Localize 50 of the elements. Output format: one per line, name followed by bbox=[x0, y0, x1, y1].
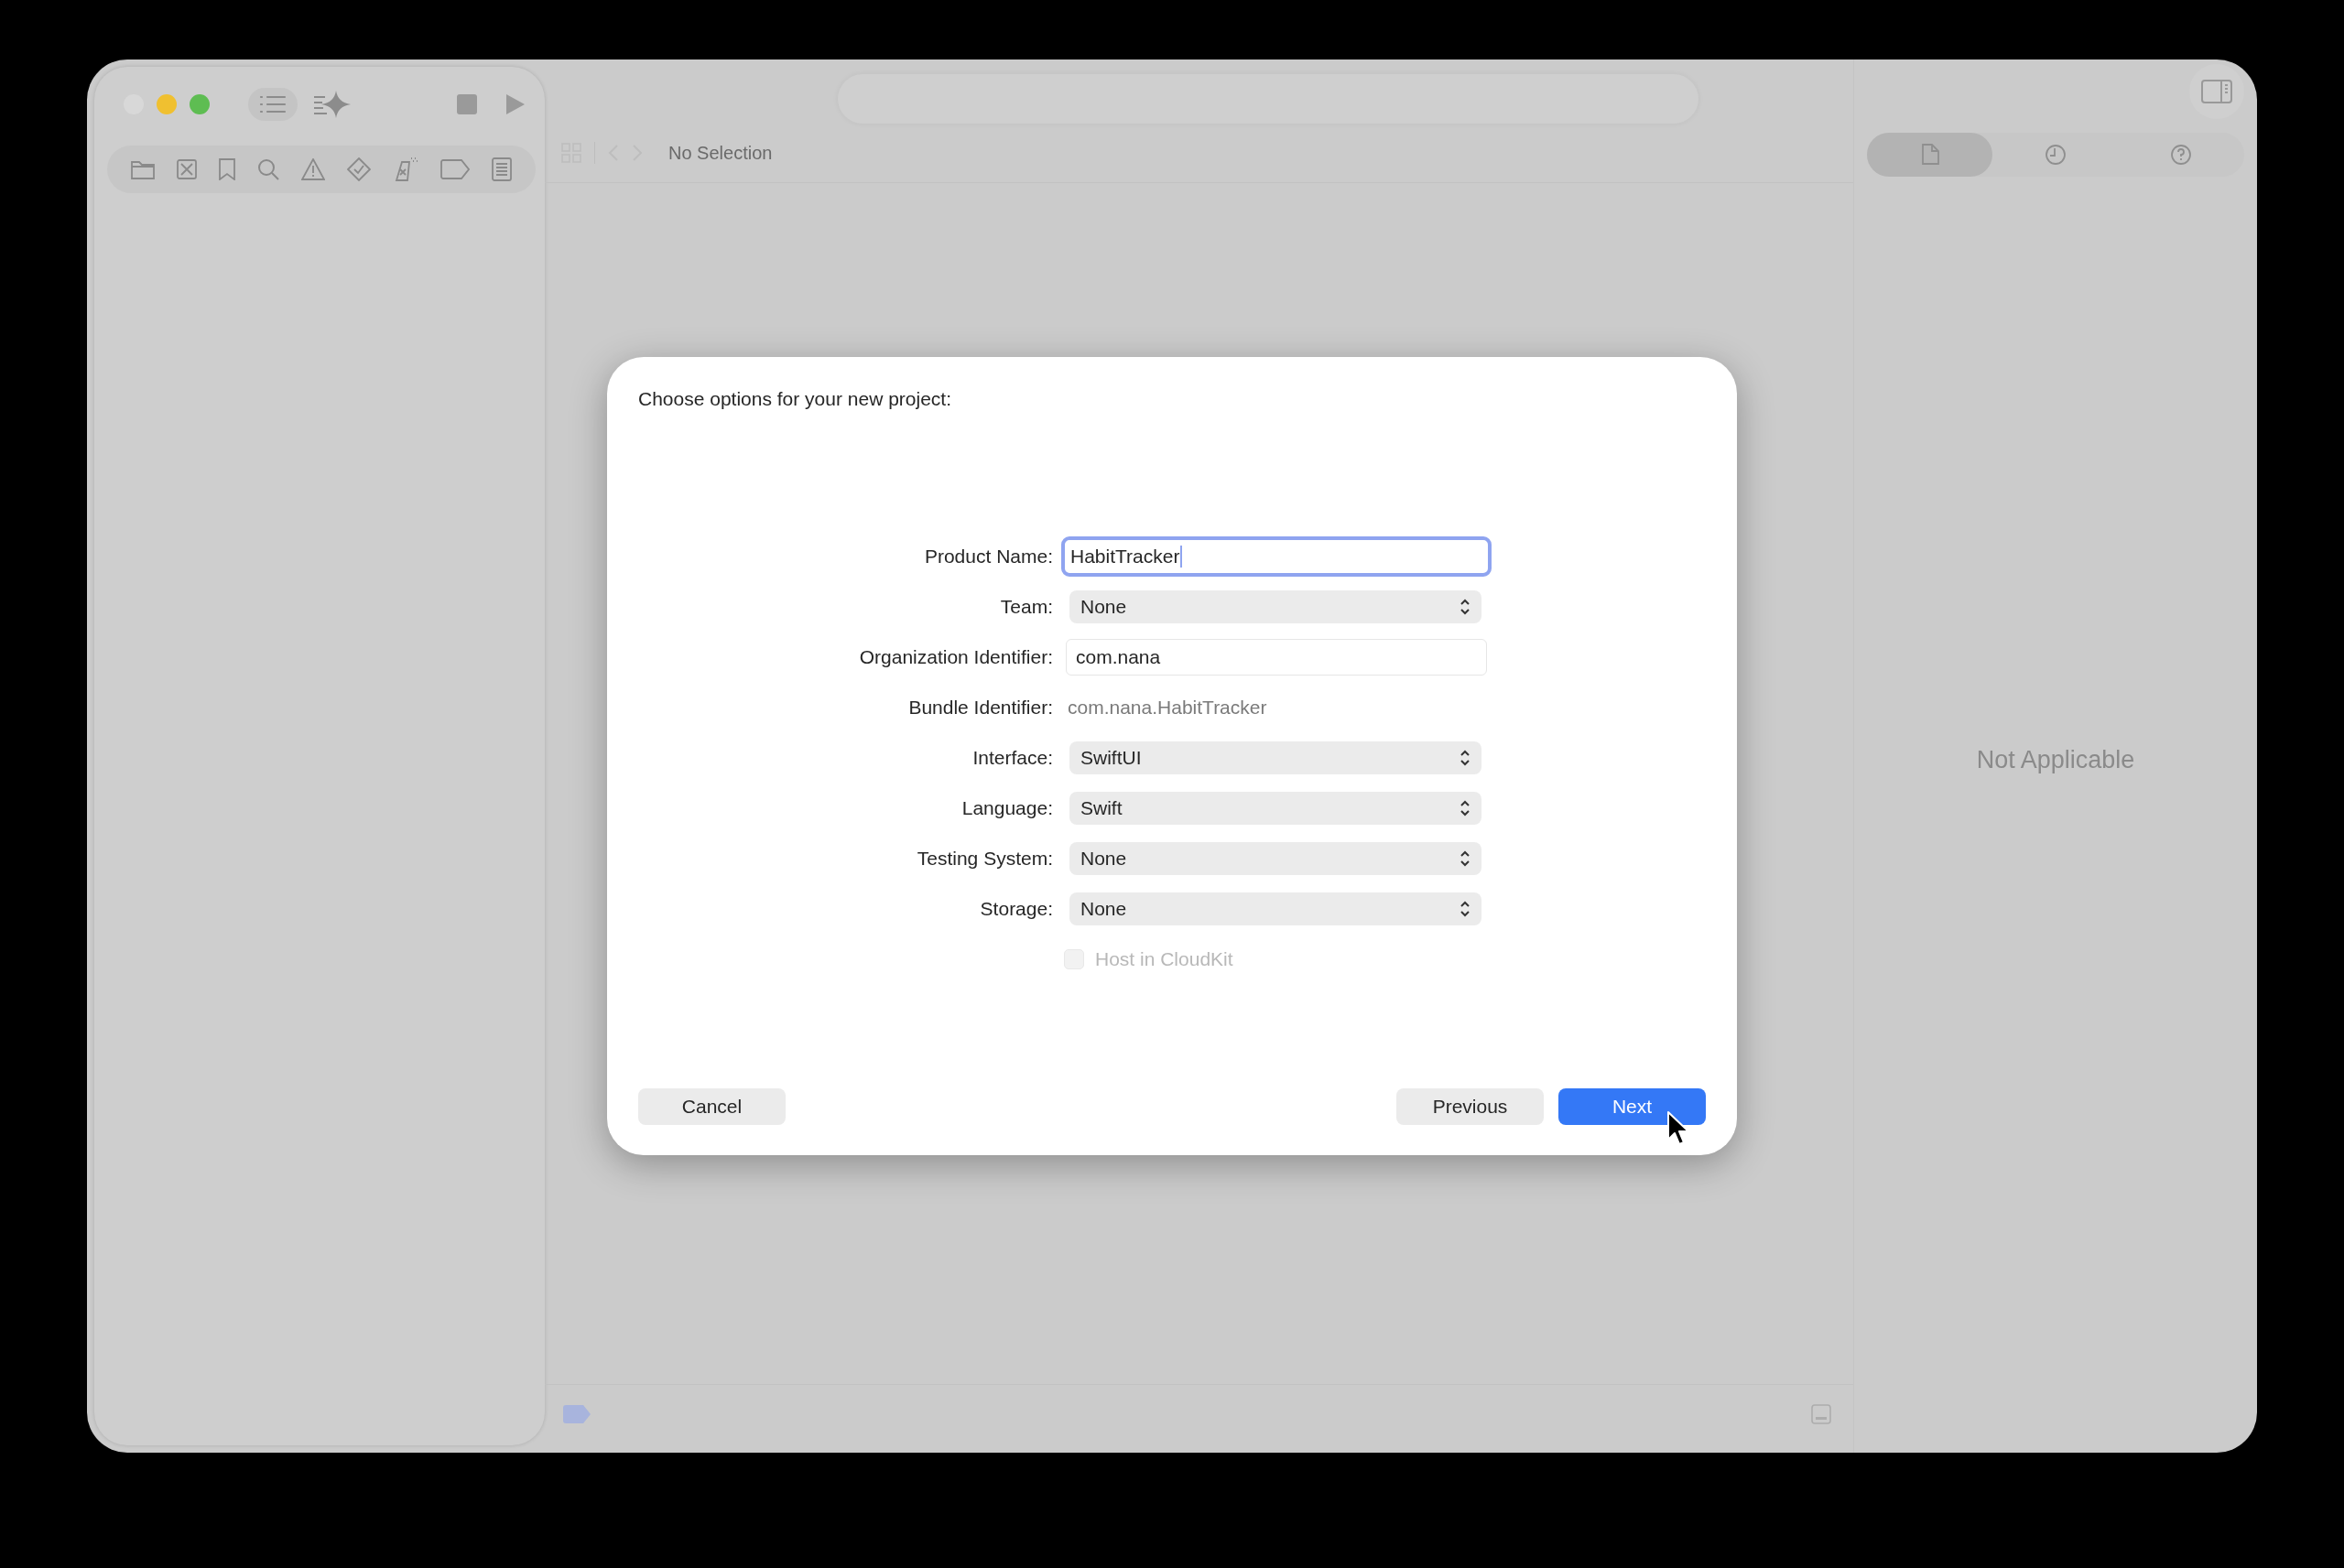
sparkle-icon[interactable] bbox=[314, 91, 351, 118]
popup-button[interactable]: None bbox=[1069, 842, 1481, 875]
file-icon bbox=[1920, 144, 1939, 166]
field-label: Interface: bbox=[971, 747, 1053, 769]
search-icon[interactable] bbox=[257, 158, 279, 180]
field-value: com.nana.HabitTracker bbox=[1068, 697, 1267, 719]
field-label: Organization Identifier: bbox=[858, 646, 1053, 668]
sidebar-icon bbox=[2201, 80, 2232, 103]
folder-icon[interactable] bbox=[131, 159, 155, 179]
text-field[interactable]: com.nana bbox=[1066, 639, 1487, 676]
chevron-updown-icon bbox=[1460, 599, 1470, 615]
stop-icon[interactable] bbox=[457, 94, 477, 114]
popup-button[interactable]: None bbox=[1069, 892, 1481, 925]
secondary-button[interactable]: Previous bbox=[1396, 1088, 1544, 1125]
inspector-tab[interactable] bbox=[1867, 133, 1993, 177]
field-label: Product Name: bbox=[923, 546, 1053, 568]
breadcrumb-text: No Selection bbox=[668, 142, 773, 164]
play-icon[interactable] bbox=[506, 94, 525, 114]
empty-message: Not Applicable bbox=[1976, 745, 2135, 774]
minimize-button[interactable] bbox=[157, 94, 177, 114]
clock-icon bbox=[2045, 144, 2067, 166]
field-label: Storage: bbox=[979, 898, 1053, 920]
warning-icon[interactable] bbox=[301, 158, 325, 180]
field-label: Language: bbox=[960, 797, 1053, 819]
spray-can-icon[interactable] bbox=[393, 157, 418, 182]
primary-button[interactable]: Next bbox=[1558, 1088, 1706, 1125]
cancel-button[interactable]: Cancel bbox=[638, 1088, 786, 1125]
zoom-button[interactable] bbox=[190, 94, 210, 114]
tag-icon[interactable] bbox=[563, 1405, 591, 1423]
popup-button[interactable]: None bbox=[1069, 590, 1481, 623]
field-label: Team: bbox=[999, 596, 1053, 618]
diamond-check-icon[interactable] bbox=[347, 157, 371, 181]
help-icon bbox=[2170, 144, 2193, 166]
chevron-updown-icon bbox=[1460, 901, 1470, 917]
chevron-updown-icon bbox=[1460, 800, 1470, 816]
report-icon[interactable] bbox=[492, 157, 512, 181]
close-square-icon[interactable] bbox=[177, 159, 197, 179]
list-icon bbox=[259, 94, 287, 114]
popup-button[interactable]: Swift bbox=[1069, 792, 1481, 825]
field-label: Testing System: bbox=[916, 848, 1053, 870]
dialog-title: Choose options for your new project: bbox=[638, 388, 953, 410]
field-label: Bundle Identifier: bbox=[907, 697, 1053, 719]
popup-button[interactable]: SwiftUI bbox=[1069, 741, 1481, 774]
tag-icon[interactable] bbox=[440, 159, 470, 179]
text-field[interactable]: HabitTracker bbox=[1061, 536, 1492, 577]
bookmark-icon[interactable] bbox=[219, 158, 235, 180]
chevron-updown-icon bbox=[1460, 750, 1470, 766]
chevron-updown-icon bbox=[1460, 850, 1470, 867]
navigator-toggle-button[interactable] bbox=[248, 88, 298, 121]
panel-icon[interactable] bbox=[1811, 1404, 1831, 1424]
